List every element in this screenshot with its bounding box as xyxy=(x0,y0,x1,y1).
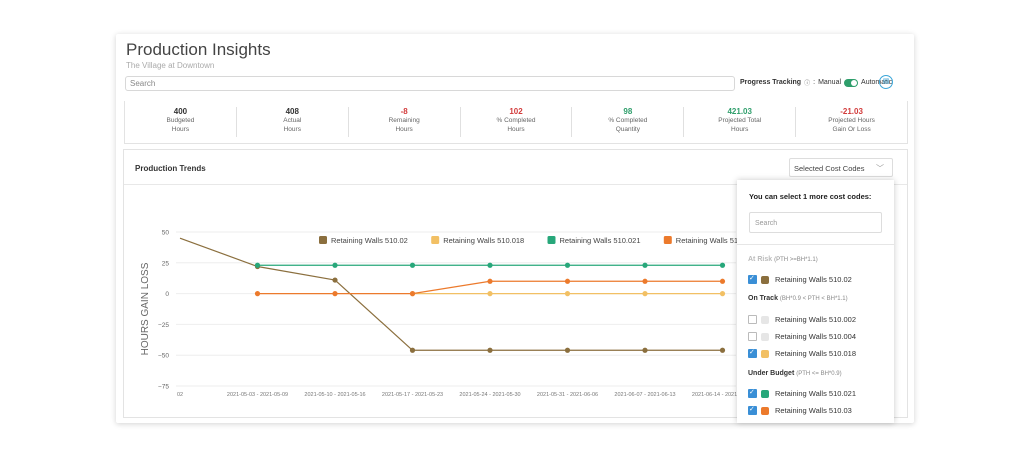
data-point xyxy=(487,291,493,297)
legend-entry: Retaining Walls 510.02 xyxy=(331,236,408,245)
data-point xyxy=(564,262,571,268)
color-swatch xyxy=(761,406,769,415)
data-point xyxy=(487,262,493,268)
x-tick-label: 2021-05-31 - 2021-06-06 xyxy=(537,392,598,398)
checkbox[interactable] xyxy=(748,332,757,341)
data-point xyxy=(719,347,726,353)
cost-code-search-input[interactable]: Search xyxy=(749,212,882,233)
data-point xyxy=(564,278,571,284)
metric-projected-total-hours: 421.03 Projected Total Hours xyxy=(684,107,797,137)
legend-entry: Retaining Walls 510.021 xyxy=(560,236,641,245)
data-point xyxy=(332,277,338,283)
group-under-budget: Under Budget (PTH <= BH*0.9) xyxy=(748,370,842,377)
metric-actual-hours: 408 Actual Hours xyxy=(237,107,349,137)
color-swatch xyxy=(761,275,769,284)
data-point xyxy=(332,262,338,268)
data-point xyxy=(564,347,571,353)
color-swatch xyxy=(761,315,769,324)
metric-completed-quantity: 98 % Completed Quantity xyxy=(572,107,685,137)
dropdown-heading: You can select 1 more cost codes: xyxy=(749,192,872,201)
manual-label: Manual xyxy=(818,79,842,86)
option-510-002[interactable]: Retaining Walls 510.002 xyxy=(748,315,856,324)
info-icon[interactable]: ⓘ xyxy=(804,78,810,87)
metric-budgeted-hours: 400 Budgeted Hours xyxy=(125,107,237,137)
color-swatch xyxy=(761,349,769,358)
data-point xyxy=(642,262,648,268)
option-510-004[interactable]: Retaining Walls 510.004 xyxy=(748,332,856,341)
x-tick-label: 2021-05-17 - 2021-05-23 xyxy=(382,392,443,398)
data-point xyxy=(719,262,726,268)
calculator-icon[interactable]: ▤ xyxy=(879,75,893,89)
data-point xyxy=(487,278,493,284)
data-point xyxy=(409,291,416,297)
y-tick-label: −75 xyxy=(158,384,169,391)
data-point xyxy=(719,278,726,284)
data-point xyxy=(642,278,648,284)
option-510-02[interactable]: Retaining Walls 510.02 xyxy=(748,274,852,284)
metrics-bar: 400 Budgeted Hours 408 Actual Hours -8 R… xyxy=(124,101,908,144)
group-on-track: On Track (BH*0.9 < PTH < BH*1.1) xyxy=(748,295,848,302)
x-tick-label: 2021-05-24 - 2021-05-30 xyxy=(459,392,520,398)
data-point xyxy=(332,291,338,297)
y-tick-label: 25 xyxy=(162,260,170,267)
data-point xyxy=(487,347,493,353)
y-tick-label: −25 xyxy=(158,322,169,329)
x-tick-label: 2021-06-07 - 2021-06-13 xyxy=(614,392,675,398)
legend-swatch xyxy=(431,236,440,244)
color-swatch xyxy=(761,332,769,341)
data-point xyxy=(642,347,648,353)
cost-code-dropdown: You can select 1 more cost codes: Search… xyxy=(737,180,894,423)
checkbox[interactable] xyxy=(748,348,757,358)
group-at-risk: At Risk (PTH >=BH*1.1) xyxy=(748,256,818,263)
data-point xyxy=(254,262,261,268)
search-input[interactable]: Search xyxy=(125,76,735,91)
option-510-021[interactable]: Retaining Walls 510.021 xyxy=(748,388,856,398)
project-subtitle: The Village at Downtown xyxy=(126,61,215,70)
legend-swatch xyxy=(319,236,327,244)
color-swatch xyxy=(761,389,769,398)
checkbox[interactable] xyxy=(748,405,757,415)
legend-swatch xyxy=(547,236,556,244)
x-tick-label: 2021-05-10 - 2021-05-16 xyxy=(304,392,365,398)
progress-mode-toggle[interactable] xyxy=(844,78,859,87)
y-tick-label: −50 xyxy=(158,353,169,360)
x-tick-label: 02 xyxy=(177,392,183,398)
data-point xyxy=(564,291,571,297)
data-point xyxy=(719,291,726,297)
data-point xyxy=(409,262,416,268)
data-point xyxy=(409,347,416,353)
checkbox[interactable] xyxy=(748,274,757,284)
series-line xyxy=(179,237,723,351)
metric-completed-hours: 102 % Completed Hours xyxy=(461,107,573,137)
legend-swatch xyxy=(663,236,672,244)
y-tick-label: 0 xyxy=(165,291,169,298)
data-point xyxy=(642,291,648,297)
option-510-018[interactable]: Retaining Walls 510.018 xyxy=(748,348,856,358)
y-axis-label: HOURS GAIN LOSS xyxy=(140,262,151,355)
progress-tracking: Progress Tracking ⓘ : Manual Automatic xyxy=(740,78,893,87)
metric-projected-gain-loss: -21.03 Projected Hours Gain Or Loss xyxy=(828,107,875,133)
y-tick-label: 50 xyxy=(162,230,170,237)
progress-tracking-label: Progress Tracking xyxy=(740,79,802,86)
data-point xyxy=(254,291,261,297)
option-510-03[interactable]: Retaining Walls 510.03 xyxy=(748,405,852,415)
checkbox[interactable] xyxy=(748,388,757,398)
checkbox[interactable] xyxy=(748,315,757,324)
page-title: Production Insights xyxy=(126,40,271,59)
metric-remaining-hours: -8 Remaining Hours xyxy=(349,107,461,137)
x-tick-label: 2021-05-03 - 2021-05-09 xyxy=(227,392,288,398)
legend-entry: Retaining Walls 510.018 xyxy=(443,236,524,245)
